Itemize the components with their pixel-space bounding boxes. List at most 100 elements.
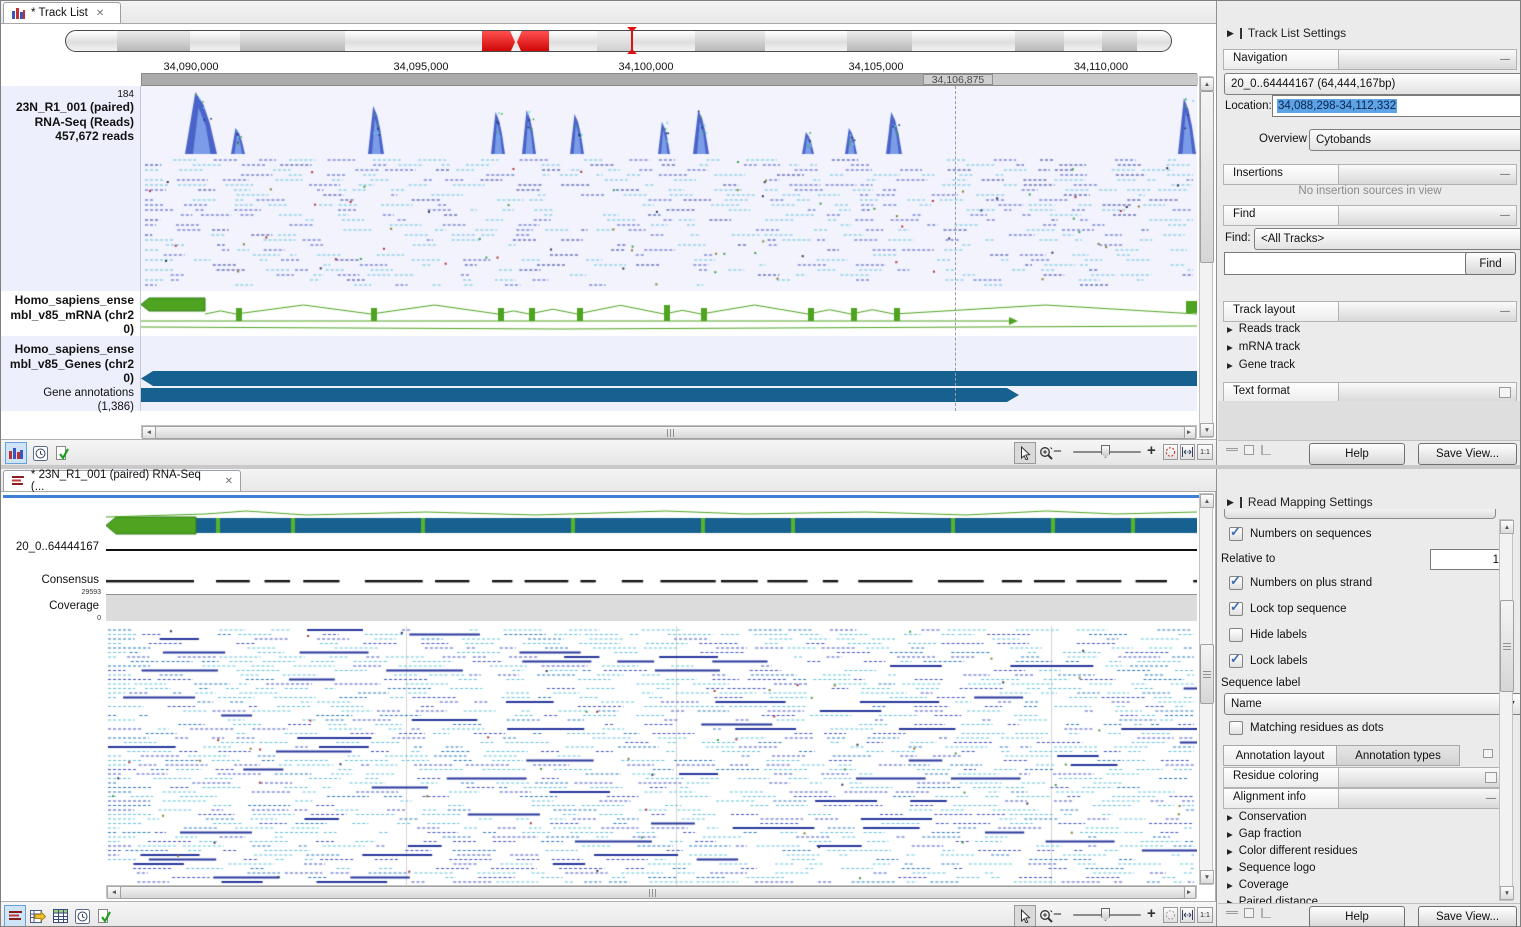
zoom-selection-button[interactable] xyxy=(1163,444,1178,460)
checkbox[interactable]: ✓ xyxy=(1229,654,1243,668)
scroll-left-icon[interactable]: ◄ xyxy=(107,886,121,899)
dock-panel-icon[interactable] xyxy=(1261,908,1271,918)
track-layout-item-gene[interactable]: ▶ Gene track xyxy=(1227,359,1295,371)
find-group-header[interactable]: Find — xyxy=(1223,205,1517,226)
collapse-icon[interactable]: — xyxy=(1500,308,1510,316)
read-mapping-h-scrollbar[interactable]: ◄ ► xyxy=(106,885,1197,898)
option-matching-residues-as-dots[interactable]: ✓ Matching residues as dots xyxy=(1229,721,1384,735)
option-numbers-on-plus-strand[interactable]: ✓ Numbers on plus strand xyxy=(1229,576,1372,590)
alignment-info-item-color-different-residues[interactable]: ▶ Color different residues xyxy=(1227,845,1357,857)
history-button[interactable] xyxy=(29,442,51,464)
checkbox[interactable]: ✓ xyxy=(1229,527,1243,541)
table-view-button[interactable] xyxy=(49,905,71,927)
element-info-button[interactable] xyxy=(93,905,115,927)
sequence-label-dropdown[interactable]: Name ▼ xyxy=(1224,693,1521,715)
track-list-v-scrollbar[interactable]: ▲ ▼ xyxy=(1199,76,1213,438)
expand-all-icon[interactable] xyxy=(1244,445,1254,455)
help-button[interactable]: Help xyxy=(1309,443,1405,465)
zoom-slider-thumb[interactable] xyxy=(1101,908,1110,921)
checkbox[interactable]: ✓ xyxy=(1229,602,1243,616)
collapse-all-icon[interactable] xyxy=(1226,448,1238,451)
panel-icon[interactable] xyxy=(1483,749,1493,758)
scroll-up-icon[interactable]: ▲ xyxy=(1200,494,1214,508)
track-layout-group-header[interactable]: Track layout — xyxy=(1223,301,1517,322)
reads-coverage-canvas[interactable] xyxy=(141,86,1197,291)
dock-panel-icon[interactable] xyxy=(1261,445,1271,455)
option-hide-labels[interactable]: ✓ Hide labels xyxy=(1229,628,1307,642)
panel-toggle-icon[interactable]: ▶ xyxy=(1227,497,1234,508)
scroll-left-icon[interactable]: ◄ xyxy=(142,426,156,439)
alignment-view-button[interactable] xyxy=(4,905,26,927)
scroll-down-icon[interactable]: ▼ xyxy=(1200,423,1214,437)
option-numbers-on-sequences[interactable]: ✓ Numbers on sequences xyxy=(1229,527,1371,541)
collapse-icon[interactable]: — xyxy=(1500,56,1510,64)
zoom-100-button[interactable]: 1:1 xyxy=(1197,907,1213,923)
tab-annotation-layout[interactable]: Annotation layout xyxy=(1223,745,1337,766)
settings-v-scrollbar[interactable]: ▲ ▼ xyxy=(1499,519,1513,901)
scroll-down-icon[interactable]: ▼ xyxy=(1200,870,1214,884)
consensus-canvas[interactable] xyxy=(106,578,1197,586)
alignment-info-item-gap-fraction[interactable]: ▶ Gap fraction xyxy=(1227,828,1301,840)
scroll-up-icon[interactable]: ▲ xyxy=(1500,520,1514,534)
help-button[interactable]: Help xyxy=(1309,906,1405,927)
overview-dropdown[interactable]: Cytobands ▼ xyxy=(1309,129,1521,151)
zoom-100-button[interactable]: 1:1 xyxy=(1197,444,1213,460)
find-input[interactable] xyxy=(1224,252,1469,275)
coverage-graph[interactable] xyxy=(106,594,1197,621)
expand-icon[interactable]: ▶ xyxy=(1227,881,1233,890)
pointer-tool-button[interactable] xyxy=(1014,905,1036,927)
track-layout-item-reads[interactable]: ▶ Reads track xyxy=(1227,323,1300,335)
track-layout-item-mrna[interactable]: ▶ mRNA track xyxy=(1227,341,1300,353)
expand-icon[interactable]: ▶ xyxy=(1227,361,1233,370)
alignment-info-item-conservation[interactable]: ▶ Conservation xyxy=(1227,811,1307,823)
export-table-button[interactable] xyxy=(27,905,49,927)
panel-toggle-icon[interactable]: ▶ xyxy=(1227,28,1234,39)
expand-icon[interactable]: ▶ xyxy=(1227,813,1233,822)
tab-read-mapping[interactable]: * 23N_R1_001 (paired) RNA-Seq (... ✕ xyxy=(3,470,241,491)
visible-range-bar[interactable]: 34,106,875 xyxy=(141,73,1197,86)
alignment-info-item-coverage[interactable]: ▶ Coverage xyxy=(1227,879,1289,891)
collapse-icon[interactable]: — xyxy=(1500,212,1510,220)
history-button[interactable] xyxy=(71,905,93,927)
element-info-button[interactable] xyxy=(51,442,73,464)
fit-width-button[interactable] xyxy=(1180,907,1195,923)
save-view-button[interactable]: Save View... xyxy=(1418,443,1517,465)
sequence-range-dropdown[interactable]: 20_0..64444167 (64,444,167bp) ▼ xyxy=(1224,73,1521,95)
relative-to-input[interactable]: 1 xyxy=(1430,549,1504,570)
v-scroll-thumb[interactable] xyxy=(1200,91,1214,263)
option-lock-top-sequence[interactable]: ✓ Lock top sequence xyxy=(1229,602,1347,616)
fit-width-button[interactable] xyxy=(1180,444,1195,460)
collapse-icon[interactable]: — xyxy=(1500,171,1510,179)
checkbox[interactable]: ✓ xyxy=(1229,576,1243,590)
scroll-up-icon[interactable]: ▲ xyxy=(1200,77,1214,91)
mrna-track-area[interactable] xyxy=(141,291,1197,336)
expand-icon[interactable]: ▶ xyxy=(1227,830,1233,839)
location-input[interactable]: 34,088,298-34,112,332 xyxy=(1272,95,1521,117)
read-alignment-canvas[interactable] xyxy=(106,626,1197,885)
expand-icon[interactable]: ▶ xyxy=(1227,847,1233,856)
collapse-icon[interactable]: — xyxy=(1486,795,1496,803)
v-scroll-thumb[interactable] xyxy=(1200,644,1214,704)
option-lock-labels[interactable]: ✓ Lock labels xyxy=(1229,654,1308,668)
close-icon[interactable]: ✕ xyxy=(225,476,233,487)
expand-icon[interactable]: ▶ xyxy=(1227,864,1233,873)
h-scroll-thumb[interactable] xyxy=(120,886,1185,899)
reference-sequence-line[interactable] xyxy=(106,549,1197,551)
gene-annotation-bar[interactable] xyxy=(141,388,1019,402)
gene-annotation-bar[interactable] xyxy=(141,371,1197,386)
find-scope-dropdown[interactable]: <All Tracks> ▼ xyxy=(1254,228,1521,250)
h-scroll-thumb[interactable] xyxy=(155,426,1185,439)
checkbox[interactable]: ✓ xyxy=(1229,721,1243,735)
reads-track-area[interactable] xyxy=(141,86,1197,291)
save-view-button[interactable]: Save View... xyxy=(1418,906,1517,927)
mrna-annotations-canvas[interactable] xyxy=(141,291,1197,336)
alignment-info-group-header[interactable]: Alignment info — xyxy=(1223,788,1503,809)
read-mapping-v-scrollbar[interactable]: ▲ ▼ xyxy=(1199,493,1213,885)
insertions-group-header[interactable]: Insertions — xyxy=(1223,164,1517,185)
panel-icon[interactable] xyxy=(1499,387,1511,398)
gene-track-area[interactable] xyxy=(141,336,1197,411)
panel-icon[interactable] xyxy=(1485,772,1497,783)
track-list-h-scrollbar[interactable]: ◄ ► xyxy=(141,425,1197,438)
close-icon[interactable]: ✕ xyxy=(96,8,104,19)
expand-icon[interactable]: ▶ xyxy=(1227,343,1233,352)
